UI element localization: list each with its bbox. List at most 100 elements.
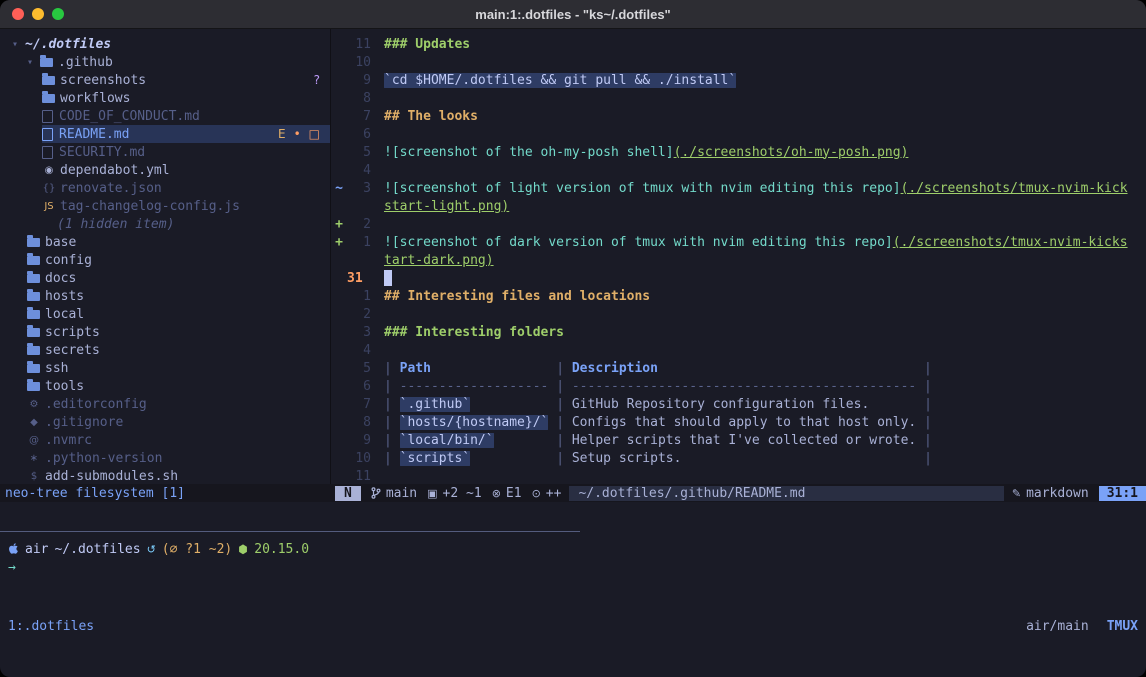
sync-icon: ↺: [147, 543, 156, 556]
minimize-button[interactable]: [32, 8, 44, 20]
expander-icon[interactable]: ▾: [12, 39, 25, 50]
tree-item-security-md[interactable]: SECURITY.md: [0, 143, 330, 161]
buffer-line[interactable]: 11### Updates: [331, 35, 1146, 53]
tree-item-python-version[interactable]: ∗.python-version: [0, 449, 330, 467]
tree-item-tools[interactable]: tools: [0, 377, 330, 395]
buffer-line[interactable]: 4: [331, 161, 1146, 179]
gear-icon: ⚙: [27, 399, 41, 410]
tree-item-workflows[interactable]: workflows: [0, 89, 330, 107]
tmux-window-tab[interactable]: 1:.dotfiles: [8, 619, 94, 634]
tree-item-code-of-conduct-md[interactable]: CODE_OF_CONDUCT.md: [0, 107, 330, 125]
buffer-line[interactable]: +1![screenshot of dark version of tmux w…: [331, 233, 1146, 251]
tree-item-body: @.nvmrc: [27, 431, 330, 449]
tree-item-base[interactable]: base: [0, 233, 330, 251]
error-icon: ⊗: [492, 487, 501, 500]
git-status-badge: □: [309, 127, 320, 141]
tree-item-label: ~/.dotfiles: [25, 37, 111, 52]
buffer-line[interactable]: 9`cd $HOME/.dotfiles && git pull && ./in…: [331, 71, 1146, 89]
buffer-line[interactable]: tart-dark.png): [331, 251, 1146, 269]
buffer-line[interactable]: 11: [331, 467, 1146, 484]
tree-item-screenshots[interactable]: screenshots?: [0, 71, 330, 89]
text-segment: |: [384, 379, 400, 394]
buffer-line[interactable]: 10: [331, 53, 1146, 71]
indent-spacer: [0, 431, 27, 449]
buffer-line[interactable]: 3### Interesting folders: [331, 323, 1146, 341]
tmux-status-bar: 1:.dotfiles air/main TMUX: [0, 617, 1146, 635]
tree-item-tag-changelog-config-js[interactable]: JStag-changelog-config.js: [0, 197, 330, 215]
neo-tree-sidebar[interactable]: ▾~/.dotfiles▾.githubscreenshots?workflow…: [0, 29, 331, 484]
buffer-line[interactable]: 8| `hosts/{hostname}/` | Configs that sh…: [331, 413, 1146, 431]
text-segment: GitHub Repository configuration files.: [572, 397, 869, 412]
tree-item-add-submodules-sh[interactable]: $add-submodules.sh: [0, 467, 330, 484]
tree-item-body: screenshots?: [42, 71, 330, 89]
text-segment: |: [658, 361, 932, 376]
folder-icon: [27, 310, 40, 319]
buffer-line[interactable]: 8: [331, 89, 1146, 107]
buffer-line[interactable]: 6: [331, 125, 1146, 143]
cursor-position: 31:1: [1099, 486, 1146, 501]
text-segment: |: [916, 415, 932, 430]
buffer-line[interactable]: 1## Interesting files and locations: [331, 287, 1146, 305]
line-text: | `scripts` | Setup scripts. |: [371, 451, 1146, 466]
buffer-line[interactable]: ~3![screenshot of light version of tmux …: [331, 179, 1146, 197]
tree-item-gitignore[interactable]: ◆.gitignore: [0, 413, 330, 431]
file-icon: [42, 110, 53, 123]
node-version: 20.15.0: [254, 542, 309, 557]
tree-item-1-hidden-item[interactable]: (1 hidden item): [0, 215, 330, 233]
line-text: | `local/bin/` | Helper scripts that I'v…: [371, 433, 1146, 448]
tree-item-renovate-json[interactable]: {}renovate.json: [0, 179, 330, 197]
zoom-button[interactable]: [52, 8, 64, 20]
dependabot-icon: ◉: [42, 165, 56, 176]
window-title: main:1:.dotfiles - "ks~/.dotfiles": [475, 7, 670, 22]
buffer-line[interactable]: 9| `local/bin/` | Helper scripts that I'…: [331, 431, 1146, 449]
tree-item-scripts[interactable]: scripts: [0, 323, 330, 341]
tree-item-ssh[interactable]: ssh: [0, 359, 330, 377]
buffer-line[interactable]: 6| ------------------- | ---------------…: [331, 377, 1146, 395]
tree-item-hosts[interactable]: hosts: [0, 287, 330, 305]
buffer-line[interactable]: 5![screenshot of the oh-my-posh shell](.…: [331, 143, 1146, 161]
buffer-line[interactable]: start-light.png): [331, 197, 1146, 215]
buffer-line[interactable]: 7| `.github` | GitHub Repository configu…: [331, 395, 1146, 413]
buffer-line[interactable]: 7## The looks: [331, 107, 1146, 125]
tree-item-nvmrc[interactable]: @.nvmrc: [0, 431, 330, 449]
tmux-status-right: air/main TMUX: [1026, 619, 1138, 634]
text-segment: `local/bin/`: [400, 433, 494, 448]
tree-item-docs[interactable]: docs: [0, 269, 330, 287]
tree-item-editorconfig[interactable]: ⚙.editorconfig: [0, 395, 330, 413]
buffer-line[interactable]: 31: [331, 269, 1146, 287]
line-number: 9: [347, 433, 371, 448]
buffer-line[interactable]: +2: [331, 215, 1146, 233]
tree-item-config[interactable]: config: [0, 251, 330, 269]
terminal-pane[interactable]: air ~/.dotfiles ↺ (⌀ ?1 ~2) 20.15.0 →: [0, 532, 1146, 617]
line-number: 8: [347, 91, 371, 106]
tree-item-body: ▾.github: [27, 53, 330, 71]
buffer-line[interactable]: 10| `scripts` | Setup scripts. |: [331, 449, 1146, 467]
buffer-line[interactable]: 5| Path | Description |: [331, 359, 1146, 377]
indent-spacer: [0, 35, 12, 53]
tree-item-label: README.md: [59, 127, 129, 142]
tree-item-body: $add-submodules.sh: [27, 467, 330, 484]
tree-item-dotfiles[interactable]: ▾~/.dotfiles: [0, 35, 330, 53]
close-button[interactable]: [12, 8, 24, 20]
tree-item-label: config: [45, 253, 92, 268]
buffer-line[interactable]: 4: [331, 341, 1146, 359]
python-icon: ∗: [27, 453, 41, 464]
tmux-pane-border[interactable]: [0, 531, 1146, 532]
tree-item-local[interactable]: local: [0, 305, 330, 323]
line-text: ## Interesting files and locations: [371, 289, 1146, 304]
text-segment: Path: [400, 361, 431, 376]
buffer-line[interactable]: 2: [331, 305, 1146, 323]
tree-item-body: secrets: [27, 341, 330, 359]
line-text: | `hosts/{hostname}/` | Configs that sho…: [371, 415, 1146, 430]
text-segment: ### Updates: [384, 37, 470, 52]
tree-item-readme-md[interactable]: README.mdE•□: [0, 125, 330, 143]
json-icon: {}: [42, 183, 56, 194]
editor-buffer[interactable]: 11### Updates109`cd $HOME/.dotfiles && g…: [331, 29, 1146, 484]
tree-item-secrets[interactable]: secrets: [0, 341, 330, 359]
tree-item-github[interactable]: ▾.github: [0, 53, 330, 71]
indent-spacer: [0, 413, 27, 431]
text-segment: |: [384, 433, 400, 448]
git-branch-segment: main: [371, 486, 417, 501]
expander-icon[interactable]: ▾: [27, 57, 40, 68]
tree-item-dependabot-yml[interactable]: ◉dependabot.yml: [0, 161, 330, 179]
